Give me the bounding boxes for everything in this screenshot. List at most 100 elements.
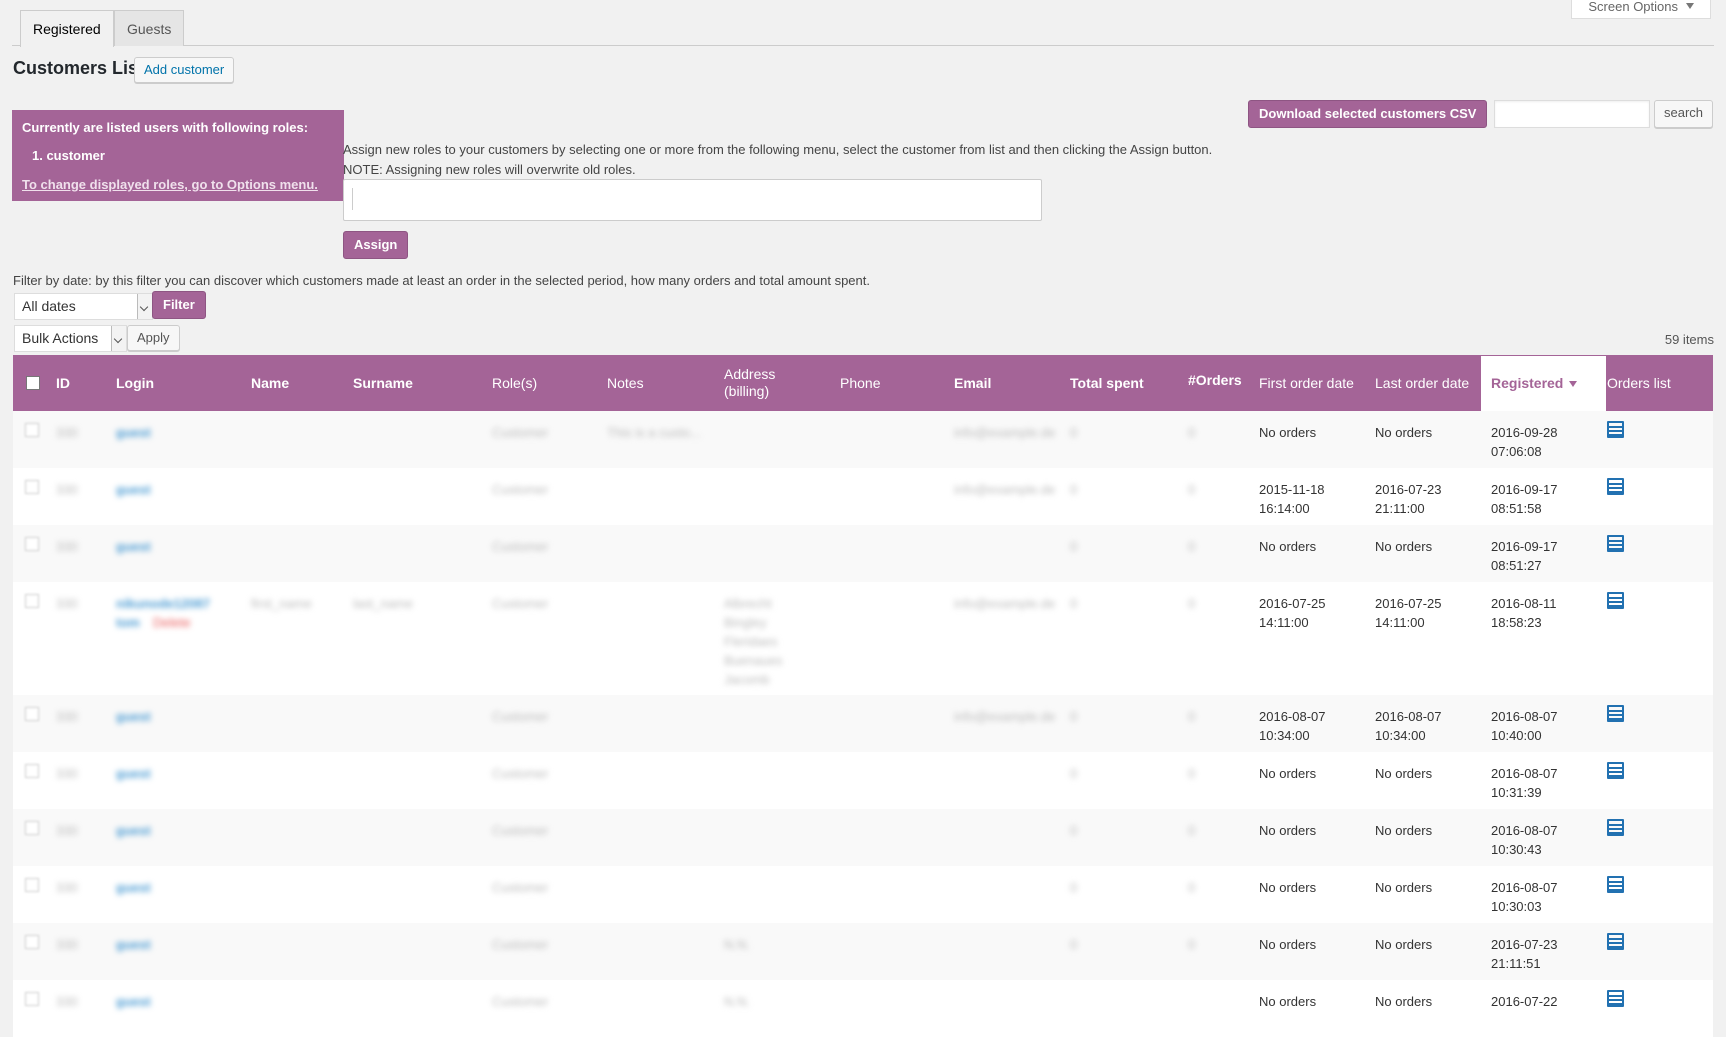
cell-id: 330 bbox=[56, 766, 78, 781]
cell-registered: 2016-07-22 bbox=[1491, 994, 1558, 1009]
col-roles: Role(s) bbox=[492, 374, 538, 391]
row-checkbox[interactable] bbox=[25, 821, 39, 835]
cell-first-order: No orders bbox=[1259, 823, 1317, 838]
col-orders[interactable]: #Orders bbox=[1188, 355, 1242, 411]
col-surname[interactable]: Surname bbox=[353, 355, 413, 411]
cell-name: first_name bbox=[251, 596, 312, 611]
orders-list-icon[interactable] bbox=[1607, 592, 1624, 609]
cell-login[interactable]: guest bbox=[116, 935, 151, 954]
options-menu-link[interactable]: To change displayed roles, go to Options… bbox=[22, 177, 318, 192]
roles-list-item: 1. customer bbox=[32, 148, 105, 163]
row-checkbox[interactable] bbox=[25, 878, 39, 892]
cell-email: info@example.de bbox=[954, 709, 1056, 724]
cell-role: Customer bbox=[492, 823, 549, 838]
date-select[interactable]: All dates bbox=[14, 293, 153, 320]
cell-last-order: 2016-08-07 10:34:00 bbox=[1375, 709, 1442, 743]
cell-registered: 2016-09-28 07:06:08 bbox=[1491, 425, 1558, 459]
orders-list-icon[interactable] bbox=[1607, 535, 1624, 552]
cell-id: 330 bbox=[56, 937, 78, 952]
select-all-checkbox[interactable] bbox=[26, 376, 40, 390]
orders-list-icon[interactable] bbox=[1607, 705, 1624, 722]
orders-list-icon[interactable] bbox=[1607, 819, 1624, 836]
cell-total: 0 bbox=[1070, 709, 1078, 724]
cell-login[interactable]: guest bbox=[116, 992, 151, 1011]
col-email[interactable]: Email bbox=[954, 355, 991, 411]
date-select-value: All dates bbox=[22, 298, 76, 314]
cell-role: Customer bbox=[492, 425, 549, 440]
cell-email: info@example.de bbox=[954, 596, 1056, 611]
cell-login[interactable]: guest bbox=[116, 764, 151, 783]
col-registered[interactable]: Registered bbox=[1481, 355, 1606, 411]
assign-note: NOTE: Assigning new roles will overwrite… bbox=[343, 162, 636, 177]
cell-first-order: No orders bbox=[1259, 539, 1317, 554]
cell-orders: 0 bbox=[1188, 425, 1196, 440]
assign-button[interactable]: Assign bbox=[343, 231, 409, 259]
cell-orders: 0 bbox=[1188, 937, 1196, 952]
tab-registered[interactable]: Registered bbox=[20, 10, 114, 47]
tabs-divider bbox=[12, 45, 1714, 46]
add-customer-button[interactable]: Add customer bbox=[134, 57, 235, 83]
cell-orders: 0 bbox=[1188, 823, 1196, 838]
orders-list-icon[interactable] bbox=[1607, 762, 1624, 779]
col-name[interactable]: Name bbox=[251, 355, 289, 411]
screen-options-label: Screen Options bbox=[1588, 0, 1678, 14]
cell-registered: 2016-09-17 08:51:27 bbox=[1491, 539, 1558, 573]
row-checkbox[interactable] bbox=[25, 992, 39, 1006]
cell-login[interactable]: guest bbox=[116, 821, 151, 840]
search-button[interactable]: search bbox=[1654, 100, 1714, 128]
row-checkbox[interactable] bbox=[25, 707, 39, 721]
table-row: 330 guest Customer 0 0 No orders No orde… bbox=[13, 809, 1713, 866]
cell-first-order: 2015-11-18 16:14:00 bbox=[1259, 482, 1325, 516]
cell-orders: 0 bbox=[1188, 539, 1196, 554]
cell-last-order: No orders bbox=[1375, 425, 1433, 440]
cell-login[interactable]: guest bbox=[116, 707, 151, 726]
tab-guests[interactable]: Guests bbox=[114, 10, 185, 46]
cell-first-order: No orders bbox=[1259, 425, 1317, 440]
col-login[interactable]: Login bbox=[116, 355, 154, 411]
cell-last-order: No orders bbox=[1375, 539, 1433, 554]
col-id[interactable]: ID bbox=[56, 355, 70, 411]
cell-id: 330 bbox=[56, 709, 78, 724]
cell-role: Customer bbox=[492, 880, 549, 895]
cell-login[interactable]: guest bbox=[116, 480, 151, 499]
filter-button[interactable]: Filter bbox=[152, 291, 206, 319]
row-checkbox[interactable] bbox=[25, 764, 39, 778]
cell-login[interactable]: guest bbox=[116, 423, 151, 442]
page-title: Customers List bbox=[13, 58, 145, 78]
screen-options-button[interactable]: Screen Options bbox=[1571, 0, 1711, 19]
cell-registered: 2016-08-07 10:31:39 bbox=[1491, 766, 1558, 800]
cell-last-order: No orders bbox=[1375, 880, 1433, 895]
row-checkbox[interactable] bbox=[25, 480, 39, 494]
cell-orders: 0 bbox=[1188, 709, 1196, 724]
orders-list-icon[interactable] bbox=[1607, 478, 1624, 495]
table-row: 330 guest Customer info@example.de 0 0 2… bbox=[13, 695, 1713, 752]
cell-total: 0 bbox=[1070, 539, 1078, 554]
cell-registered: 2016-08-11 18:58:23 bbox=[1491, 596, 1557, 630]
col-total-spent[interactable]: Total spent bbox=[1070, 355, 1144, 411]
cell-login[interactable]: guest bbox=[116, 878, 151, 897]
delete-link[interactable]: Delete bbox=[153, 613, 191, 632]
orders-list-icon[interactable] bbox=[1607, 933, 1624, 950]
cell-orders: 0 bbox=[1188, 880, 1196, 895]
col-phone: Phone bbox=[840, 374, 881, 391]
orders-list-icon[interactable] bbox=[1607, 421, 1624, 438]
cell-total: 0 bbox=[1070, 425, 1078, 440]
search-input[interactable] bbox=[1494, 100, 1650, 128]
bulk-actions-value: Bulk Actions bbox=[22, 330, 99, 346]
cell-address: Albrecht Bingley Fleridaes Buenaues Jaco… bbox=[724, 596, 783, 687]
bulk-actions-select[interactable]: Bulk Actions bbox=[14, 325, 127, 352]
roles-multiselect-input[interactable] bbox=[343, 179, 1042, 221]
row-checkbox[interactable] bbox=[25, 537, 39, 551]
row-checkbox[interactable] bbox=[25, 594, 39, 608]
apply-button[interactable]: Apply bbox=[127, 325, 180, 351]
download-csv-button[interactable]: Download selected customers CSV bbox=[1248, 100, 1488, 128]
row-checkbox[interactable] bbox=[25, 935, 39, 949]
table-row: 330 nikunode12087 tom Delete first_name … bbox=[13, 582, 1713, 695]
row-checkbox[interactable] bbox=[25, 423, 39, 437]
assign-description: Assign new roles to your customers by se… bbox=[343, 142, 1213, 157]
cell-id: 330 bbox=[56, 823, 78, 838]
cell-total: 0 bbox=[1070, 937, 1078, 952]
cell-address: N.N. bbox=[724, 937, 750, 952]
cell-login[interactable]: guest bbox=[116, 537, 151, 556]
orders-list-icon[interactable] bbox=[1607, 876, 1624, 893]
